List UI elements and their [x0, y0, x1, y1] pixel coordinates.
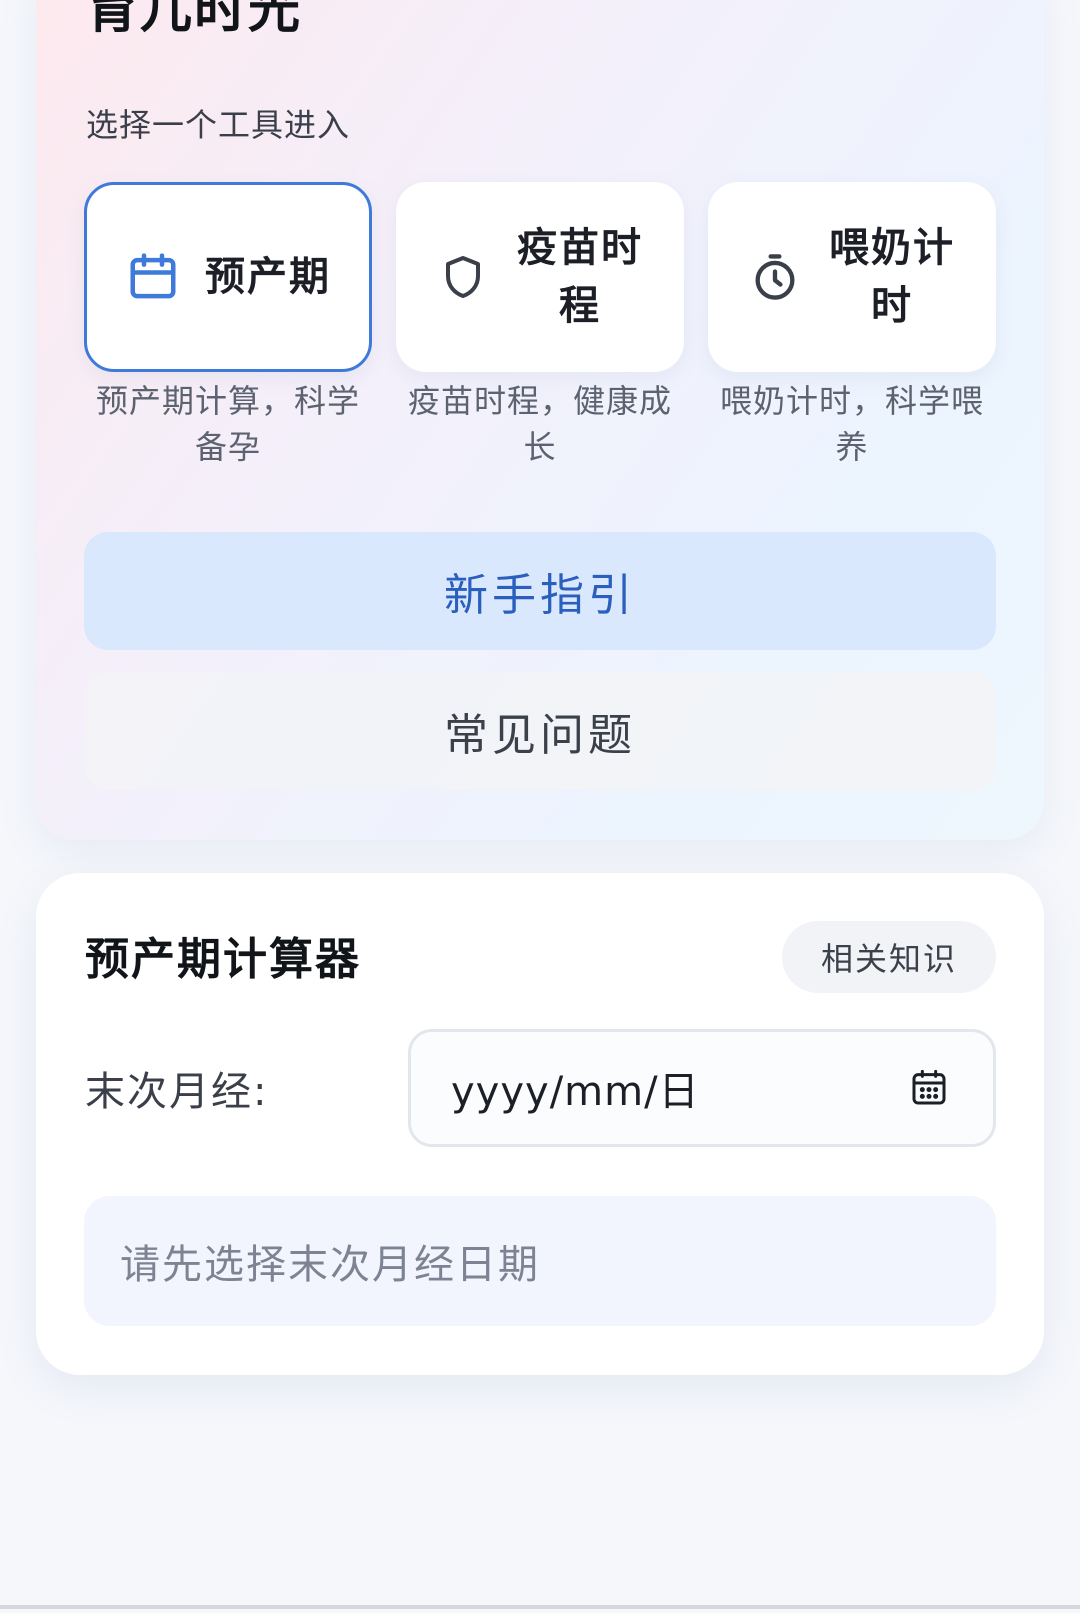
due-date-calculator: 预产期计算器 相关知识 末次月经: yyyy/mm/日 请先选择末次月经日期 [36, 873, 1044, 1375]
tool-vaccine-schedule[interactable]: 疫苗时程 疫苗时程，健康成长 [396, 182, 684, 482]
tool-card-feeding-timer[interactable]: 喂奶计时 [708, 182, 996, 372]
app-title: 育儿时光 [86, 0, 303, 40]
bottom-divider [0, 1605, 1080, 1609]
calendar-picker-icon[interactable] [907, 1066, 951, 1110]
tool-card-due-date[interactable]: 预产期 [84, 182, 372, 372]
page: 育儿时光 选择一个工具进入 预产期 预产期计算，科学备孕 疫苗时程 疫苗时程，健… [0, 0, 1080, 1613]
tool-description: 预产期计算，科学备孕 [95, 382, 360, 466]
tool-description: 喂奶计时，科学喂养 [719, 382, 984, 466]
tool-selector-subtitle: 选择一个工具进入 [86, 106, 351, 144]
last-period-label: 末次月经: [85, 1069, 269, 1115]
calculator-title: 预产期计算器 [85, 934, 361, 985]
tool-selector-panel: 育儿时光 选择一个工具进入 预产期 预产期计算，科学备孕 疫苗时程 疫苗时程，健… [36, 0, 1044, 840]
shield-icon [435, 249, 491, 305]
last-period-date-input[interactable]: yyyy/mm/日 [408, 1029, 996, 1147]
tool-due-date[interactable]: 预产期 预产期计算，科学备孕 [84, 182, 372, 482]
faq-button[interactable]: 常见问题 [84, 672, 996, 790]
tool-card-vaccine-schedule[interactable]: 疫苗时程 [396, 182, 684, 372]
tool-feeding-timer[interactable]: 喂奶计时 喂奶计时，科学喂养 [708, 182, 996, 482]
tool-name: 预产期 [205, 254, 331, 300]
date-placeholder: yyyy/mm/日 [451, 1069, 700, 1115]
tool-name: 疫苗时程 [517, 225, 643, 329]
tool-name: 喂奶计时 [829, 225, 955, 329]
stopwatch-icon [747, 249, 803, 305]
tool-list: 预产期 预产期计算，科学备孕 疫苗时程 疫苗时程，健康成长 喂奶计时 喂奶计时，… [84, 182, 996, 482]
beginner-guide-button[interactable]: 新手指引 [84, 532, 996, 650]
calendar-icon [125, 249, 181, 305]
tool-description: 疫苗时程，健康成长 [407, 382, 672, 466]
related-knowledge-button[interactable]: 相关知识 [782, 921, 996, 993]
due-date-result: 请先选择末次月经日期 [84, 1196, 996, 1326]
